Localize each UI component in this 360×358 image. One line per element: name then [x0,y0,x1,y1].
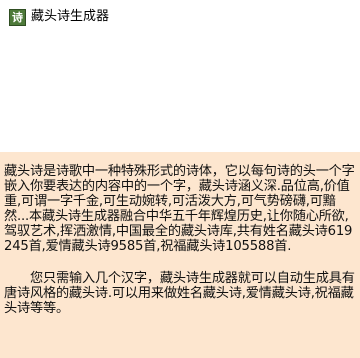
title-bar[interactable]: 诗 藏头诗生成器 [0,0,360,34]
description-paragraph-intro: 藏头诗是诗歌中一种特殊形式的诗体，它以每句诗的头一个字嵌入你要表达的内容中的一个… [4,164,355,254]
window-title: 藏头诗生成器 [31,9,110,24]
description-panel: 藏头诗是诗歌中一种特殊形式的诗体，它以每句诗的头一个字嵌入你要表达的内容中的一个… [0,152,360,358]
app-window: 诗 藏头诗生成器 藏头诗是诗歌中一种特殊形式的诗体，它以每句诗的头一个字嵌入你要… [0,0,360,358]
description-paragraph-usage: 您只需输入几个汉字，藏头诗生成器就可以自动生成具有唐诗风格的藏头诗.可以用来做姓… [4,271,355,317]
app-icon: 诗 [9,9,26,26]
content-area [0,34,360,152]
